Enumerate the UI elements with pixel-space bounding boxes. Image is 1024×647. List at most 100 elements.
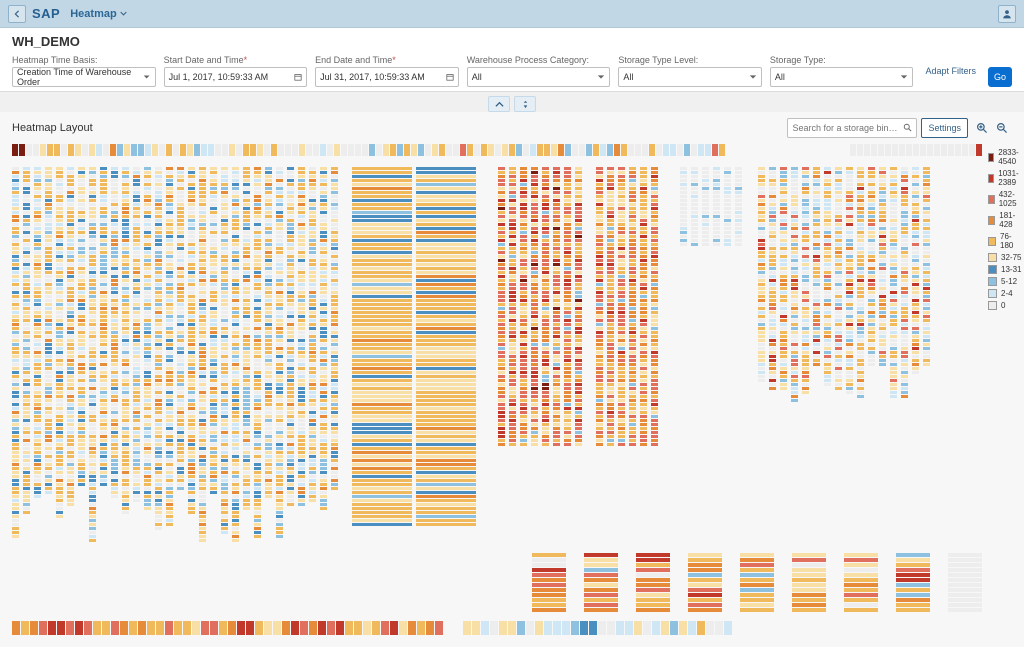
heatmap-bin[interactable]	[780, 347, 787, 350]
heatmap-bin[interactable]	[331, 459, 338, 462]
heatmap-bin[interactable]	[802, 335, 809, 338]
heatmap-bin[interactable]	[45, 447, 52, 450]
heatmap-bin[interactable]	[254, 511, 261, 514]
heatmap-bin[interactable]	[923, 167, 930, 170]
heatmap-bin[interactable]	[254, 243, 261, 246]
heatmap-bin[interactable]	[265, 423, 272, 426]
heatmap-bin[interactable]	[416, 411, 476, 414]
heatmap-bin[interactable]	[276, 203, 283, 206]
heatmap-bin[interactable]	[331, 319, 338, 322]
heatmap-bin[interactable]	[607, 231, 614, 234]
heatmap-bin[interactable]	[912, 283, 919, 286]
heatmap-bin[interactable]	[67, 399, 74, 402]
heatmap-bin[interactable]	[111, 283, 118, 286]
heatmap-bin[interactable]	[912, 223, 919, 226]
heatmap-bin[interactable]	[607, 219, 614, 222]
heatmap-bin[interactable]	[177, 303, 184, 306]
heatmap-bin[interactable]	[575, 299, 582, 302]
heatmap-bin[interactable]	[640, 231, 647, 234]
heatmap-bin[interactable]	[45, 291, 52, 294]
heatmap-bin[interactable]	[769, 311, 776, 314]
heatmap-bin[interactable]	[509, 355, 516, 358]
heatmap-bin[interactable]	[276, 435, 283, 438]
heatmap-bin[interactable]	[111, 443, 118, 446]
heatmap-bin[interactable]	[133, 175, 140, 178]
heatmap-bin[interactable]	[34, 379, 41, 382]
heatmap-bin[interactable]	[111, 171, 118, 174]
heatmap-bin[interactable]	[254, 391, 261, 394]
heatmap-bin[interactable]	[596, 199, 603, 202]
heatmap-bin[interactable]	[596, 431, 603, 434]
heatmap-bin[interactable]	[111, 423, 118, 426]
heatmap-bin[interactable]	[232, 403, 239, 406]
heatmap-bin[interactable]	[177, 343, 184, 346]
heatmap-bin[interactable]	[769, 347, 776, 350]
heatmap-bin[interactable]	[780, 367, 787, 370]
heatmap-bin[interactable]	[133, 495, 140, 498]
heatmap-bin[interactable]	[12, 523, 19, 526]
heatmap-bin[interactable]	[56, 211, 63, 214]
heatmap-bin[interactable]	[509, 263, 516, 266]
heatmap-bin[interactable]	[254, 387, 261, 390]
heatmap-bin[interactable]	[221, 227, 228, 230]
heatmap-bin[interactable]	[23, 431, 30, 434]
heatmap-bin[interactable]	[923, 195, 930, 198]
heatmap-bin[interactable]	[691, 231, 698, 234]
heatmap-bin[interactable]	[680, 167, 687, 170]
heatmap-bin[interactable]	[177, 251, 184, 254]
heatmap-bin[interactable]	[564, 171, 571, 174]
heatmap-bin[interactable]	[520, 211, 527, 214]
heatmap-bin[interactable]	[901, 299, 908, 302]
heatmap-bin[interactable]	[199, 463, 206, 466]
heatmap-bin[interactable]	[221, 435, 228, 438]
heatmap-bin[interactable]	[144, 387, 151, 390]
heatmap-bin[interactable]	[824, 291, 831, 294]
heatmap-bin[interactable]	[868, 295, 875, 298]
heatmap-bin[interactable]	[651, 427, 658, 430]
heatmap-bin[interactable]	[12, 303, 19, 306]
heatmap-bin[interactable]	[232, 327, 239, 330]
heatmap-bin[interactable]	[23, 359, 30, 362]
heatmap-bin[interactable]	[780, 283, 787, 286]
heatmap-bin[interactable]	[607, 327, 614, 330]
heatmap-bin[interactable]	[607, 335, 614, 338]
heatmap-bin[interactable]	[498, 323, 505, 326]
heatmap-bin[interactable]	[221, 331, 228, 334]
heatmap-bin[interactable]	[89, 375, 96, 378]
heatmap-bin[interactable]	[912, 247, 919, 250]
heatmap-bin[interactable]	[23, 507, 30, 510]
heatmap-bin[interactable]	[155, 287, 162, 290]
heatmap-bin[interactable]	[564, 379, 571, 382]
heatmap-bin[interactable]	[923, 207, 930, 210]
heatmap-bin[interactable]	[629, 203, 636, 206]
heatmap-bin[interactable]	[596, 403, 603, 406]
heatmap-bin[interactable]	[254, 255, 261, 258]
heatmap-bin[interactable]	[56, 507, 63, 510]
heatmap-bin[interactable]	[868, 191, 875, 194]
heatmap-strip[interactable]	[26, 144, 725, 156]
heatmap-bin[interactable]	[724, 223, 731, 226]
heatmap-bin[interactable]	[254, 203, 261, 206]
heatmap-bin[interactable]	[221, 231, 228, 234]
heatmap-bin[interactable]	[575, 371, 582, 374]
heatmap-bin[interactable]	[890, 275, 897, 278]
heatmap-bin[interactable]	[857, 171, 864, 174]
heatmap-bin[interactable]	[890, 255, 897, 258]
heatmap-bin[interactable]	[309, 259, 316, 262]
heatmap-bin[interactable]	[846, 359, 853, 362]
heatmap-bin[interactable]	[89, 455, 96, 458]
heatmap-bin[interactable]	[276, 227, 283, 230]
heatmap-bin[interactable]	[879, 327, 886, 330]
heatmap-bin[interactable]	[199, 171, 206, 174]
heatmap-bin[interactable]	[575, 363, 582, 366]
heatmap-bin[interactable]	[177, 455, 184, 458]
heatmap-bin[interactable]	[23, 183, 30, 186]
heatmap-bin[interactable]	[509, 287, 516, 290]
heatmap-bin[interactable]	[56, 387, 63, 390]
heatmap-bin[interactable]	[553, 283, 560, 286]
heatmap-bin[interactable]	[912, 311, 919, 314]
heatmap-bin[interactable]	[791, 179, 798, 182]
heatmap-bin[interactable]	[199, 455, 206, 458]
heatmap-bin[interactable]	[416, 223, 476, 226]
heatmap-bin[interactable]	[221, 195, 228, 198]
